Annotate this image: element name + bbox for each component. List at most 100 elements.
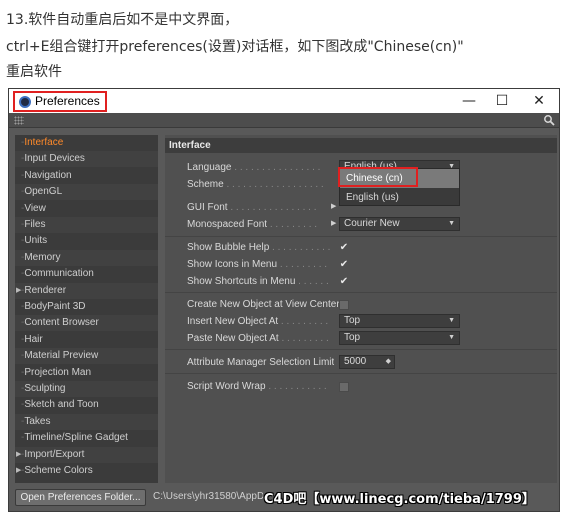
instruction-line-1: 13.软件自动重启后如不是中文界面， xyxy=(6,12,239,28)
sidebar-item-label: Import/Export xyxy=(24,448,85,460)
chevron-down-icon: ▼ xyxy=(448,317,455,324)
sidebar-item-view[interactable]: -View xyxy=(15,201,158,217)
sidebar-item-content-browser[interactable]: -Content Browser xyxy=(15,315,158,332)
preferences-window: Preferences — ☐ ✕ -Interface -Input Devic… xyxy=(8,88,560,512)
expand-arrow-icon[interactable]: ▶ xyxy=(16,283,21,299)
search-icon[interactable] xyxy=(543,114,555,126)
sidebar-item-label: Renderer xyxy=(24,284,67,296)
sidebar-item-interface[interactable]: -Interface xyxy=(15,135,158,151)
icons-menu-checkbox[interactable]: ✔ xyxy=(339,260,349,270)
insert-new-value: Top xyxy=(344,315,361,326)
expand-arrow-icon[interactable]: ▶ xyxy=(16,447,21,463)
insert-new-dropdown[interactable]: Top ▼ xyxy=(339,314,460,328)
sidebar-item-takes[interactable]: -Takes xyxy=(15,413,158,430)
preferences-sidebar: -Interface -Input Devices -Navigation -Open… xyxy=(15,135,158,483)
interface-panel: Interface Language . . . . . . . . . . .… xyxy=(165,135,557,483)
sidebar-item-label: Communication xyxy=(24,268,94,280)
bubble-help-checkbox[interactable]: ✔ xyxy=(339,243,349,253)
sidebar-item-label: Hair xyxy=(24,333,43,345)
divider xyxy=(165,236,557,237)
attr-limit-label: Attribute Manager Selection Limit xyxy=(187,357,335,368)
sidebar-item-communication[interactable]: -Communication xyxy=(15,266,158,282)
language-label: Language . . . . . . . . . . . . . . . . xyxy=(187,162,321,173)
divider xyxy=(165,373,557,374)
mono-font-label: Monospaced Font . . . . . . . . . xyxy=(187,219,318,230)
sidebar-item-navigation[interactable]: -Navigation xyxy=(15,168,158,184)
sidebar-item-projection-man[interactable]: -Projection Man xyxy=(15,365,158,381)
icons-menu-label: Show Icons in Menu . . . . . . . . . xyxy=(187,259,328,270)
sidebar-item-input-devices[interactable]: -Input Devices xyxy=(15,151,158,168)
insert-new-label: Insert New Object At . . . . . . . . . xyxy=(187,316,329,327)
paste-new-value: Top xyxy=(344,332,361,343)
gui-font-label: GUI Font . . . . . . . . . . . . . . . . xyxy=(187,202,317,213)
window-title: Preferences xyxy=(35,94,100,108)
divider xyxy=(165,292,557,293)
sidebar-item-hair[interactable]: -Hair xyxy=(15,332,158,348)
sidebar-item-sketch-and-toon[interactable]: -Sketch and Toon xyxy=(15,397,158,413)
sidebar-item-sculpting[interactable]: -Sculpting xyxy=(15,381,158,397)
word-wrap-checkbox[interactable] xyxy=(339,382,349,392)
option-english[interactable]: English (us) xyxy=(340,188,459,207)
mono-font-value: Courier New xyxy=(344,218,400,229)
panel-header: Interface xyxy=(165,138,557,153)
sidebar-item-renderer[interactable]: ▶ -Renderer xyxy=(15,282,158,299)
sidebar-item-label: Timeline/Spline Gadget xyxy=(24,432,128,444)
shortcuts-menu-checkbox[interactable]: ✔ xyxy=(339,277,349,287)
instruction-line-3: 重启软件 xyxy=(6,64,62,80)
cinema4d-logo-icon xyxy=(19,96,31,108)
sidebar-item-label: Takes xyxy=(24,415,51,427)
instruction-line-2: ctrl+E组合键打开preferences(设置)对话框，如下图改成"Chin… xyxy=(6,39,464,55)
tool-strip xyxy=(9,113,559,128)
create-at-center-label: Create New Object at View Center xyxy=(187,299,340,310)
sidebar-item-memory[interactable]: -Memory xyxy=(15,249,158,266)
sidebar-item-label: Units xyxy=(24,235,48,247)
sidebar-item-opengl[interactable]: -OpenGL xyxy=(15,184,158,201)
sidebar-item-files[interactable]: -Files xyxy=(15,217,158,233)
preferences-path: C:\Users\yhr31580\AppD xyxy=(153,491,263,502)
maximize-button[interactable]: ☐ xyxy=(492,92,512,110)
sidebar-item-label: Input Devices xyxy=(24,153,85,165)
sidebar-item-import-export[interactable]: ▶ -Import/Export xyxy=(15,446,158,463)
paste-new-dropdown[interactable]: Top ▼ xyxy=(339,331,460,345)
sidebar-item-label: Projection Man xyxy=(24,366,92,378)
chinese-highlight-box xyxy=(338,167,418,187)
chevron-down-icon: ▼ xyxy=(448,220,455,227)
watermark: C4D吧【www.linecg.com/tieba/1799】 xyxy=(264,492,535,507)
paste-new-label: Paste New Object At . . . . . . . . . xyxy=(187,333,329,344)
attr-limit-value: 5000 xyxy=(344,356,367,367)
grip-handle-icon[interactable] xyxy=(14,116,24,125)
title-bar[interactable]: Preferences — ☐ ✕ xyxy=(9,89,559,113)
open-preferences-folder-button[interactable]: Open Preferences Folder... xyxy=(15,489,146,506)
attr-limit-spinner[interactable]: 5000 ◆ xyxy=(339,355,395,369)
sidebar-item-label: Sculpting xyxy=(24,383,66,394)
scheme-label: Scheme . . . . . . . . . . . . . . . . .… xyxy=(187,179,324,190)
sidebar-item-timeline-spline-gadget[interactable]: -Timeline/Spline Gadget xyxy=(15,430,158,446)
sidebar-item-label: Interface xyxy=(24,137,64,148)
sidebar-item-label: OpenGL xyxy=(24,186,63,198)
minimize-button[interactable]: — xyxy=(459,92,479,110)
divider xyxy=(165,349,557,350)
shortcuts-menu-label: Show Shortcuts in Menu . . . . . . xyxy=(187,276,329,287)
spinner-arrows-icon[interactable]: ◆ xyxy=(386,356,391,368)
mono-font-dropdown[interactable]: Courier New ▼ xyxy=(339,217,460,231)
create-at-center-checkbox[interactable] xyxy=(339,300,349,310)
sidebar-item-label: Material Preview xyxy=(24,350,99,362)
sidebar-item-label: Content Browser xyxy=(24,317,99,329)
sidebar-item-label: Navigation xyxy=(24,169,72,181)
word-wrap-label: Script Word Wrap . . . . . . . . . . . xyxy=(187,381,327,392)
sidebar-item-label: Scheme Colors xyxy=(24,465,93,476)
sidebar-item-units[interactable]: -Units xyxy=(15,233,158,249)
mono-font-arrow-icon[interactable]: ▶ xyxy=(331,219,336,227)
sidebar-item-label: BodyPaint 3D xyxy=(24,301,86,312)
close-button[interactable]: ✕ xyxy=(529,92,549,110)
sidebar-item-bodypaint-3d[interactable]: -BodyPaint 3D xyxy=(15,299,158,315)
sidebar-item-label: View xyxy=(24,202,46,214)
chevron-down-icon: ▼ xyxy=(448,334,455,341)
sidebar-item-scheme-colors[interactable]: ▶ -Scheme Colors xyxy=(15,463,158,479)
expand-arrow-icon[interactable]: ▶ xyxy=(16,463,21,479)
gui-font-arrow-icon[interactable]: ▶ xyxy=(331,202,336,210)
bubble-help-label: Show Bubble Help . . . . . . . . . . . xyxy=(187,242,331,253)
sidebar-item-label: Memory xyxy=(24,251,61,263)
sidebar-item-label: Files xyxy=(24,219,46,230)
sidebar-item-material-preview[interactable]: -Material Preview xyxy=(15,348,158,365)
